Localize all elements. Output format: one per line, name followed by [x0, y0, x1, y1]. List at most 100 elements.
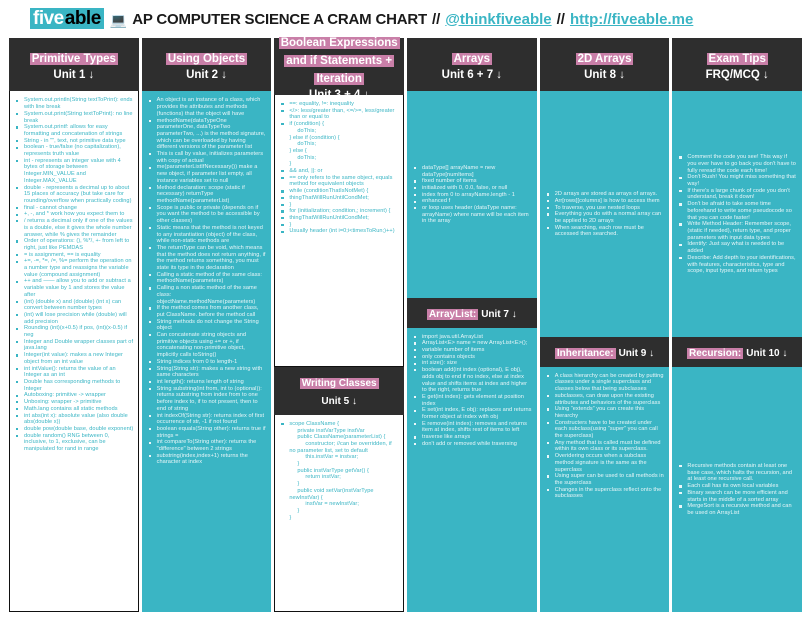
list-item: E get(int index): gets element at positi…	[412, 394, 532, 407]
list-item: Changes in the superclass reflect onto t…	[545, 487, 665, 500]
list-item: +=, -=, *=, /=, %= perform the operation…	[14, 258, 134, 278]
inheritance-subtitle: Unit 9 ↓	[618, 347, 655, 359]
list-item: String methods do not change the String …	[147, 319, 267, 332]
using-objects-title-block: Using Objects Unit 2 ↓	[141, 38, 272, 92]
boolean-iteration-title: Boolean Expressions and if Statements + …	[278, 36, 400, 85]
list-item: String indices from 0 to length-1	[147, 359, 267, 366]
arraylist-title: ArrayList:	[426, 308, 479, 320]
two-d-arrays-list: 2D arrays are stored as arrays of arrays…	[545, 191, 665, 238]
list-item: This is call by value, initializes param…	[147, 151, 267, 164]
list-item: double - represents a decimal up to abou…	[14, 185, 134, 205]
inheritance-list: A class hierarchy can be created by putt…	[545, 373, 665, 500]
column-exam-tips: Exam Tips FRQ/MCQ ↓ Comment the code you s…	[672, 38, 803, 612]
list-item: Order of operations: (), %*/, +- from le…	[14, 238, 134, 251]
fiveable-logo: fiveable	[30, 8, 104, 30]
list-item: boolean add(int index (optional), E obj)…	[412, 367, 532, 394]
list-item: If there's a large chunk of code you don…	[677, 188, 797, 201]
primitive-types-stack: System.out.println(String textToPrint): …	[9, 91, 139, 612]
list-item: When searching, each row must be accesse…	[545, 225, 665, 238]
list-item: Autoboxing: primitive -> wrapper	[14, 392, 134, 399]
exam-tips-stack: Comment the code you see! This way if yo…	[672, 91, 803, 612]
list-item: boolean - true/false (no capitalization)…	[14, 144, 134, 157]
list-item: Each call has its own local variables	[677, 483, 797, 490]
list-item: only contains objects	[412, 354, 532, 361]
using-objects-stack: An object is an instance of a class, whi…	[141, 91, 272, 612]
exam-tips-title: Exam Tips	[706, 52, 768, 65]
list-item: int intValue(): returns the value of an …	[14, 366, 134, 379]
list-item: String - in "", text, not primitive data…	[14, 138, 134, 145]
arraylist-list: import java.util.ArrayList ArrayList<E> n…	[412, 334, 532, 448]
list-item: int size(): size	[412, 360, 532, 367]
list-item: System.out.printf: allows for easy forma…	[14, 124, 134, 137]
boolean-iteration-list: ==: equality, !=: inequality </>: less/gr…	[279, 101, 399, 235]
list-item: Any method that is called must be define…	[545, 440, 665, 453]
list-item: Can concatenate string objects and primi…	[147, 332, 267, 359]
two-d-arrays-stack: 2D arrays are stored as arrays of arrays…	[539, 91, 670, 612]
list-item: Math.lang contains all static methods	[14, 406, 134, 413]
list-item: }	[279, 222, 399, 229]
list-item: (int) (double x) and (double) (int x) ca…	[14, 299, 134, 312]
column-primitive-types: Primitive Types Unit 1 ↓ System.out.printl…	[9, 38, 139, 612]
list-item: </>: less/greater than, <=/>=, less/grea…	[279, 108, 399, 121]
primitive-types-title-block: Primitive Types Unit 1 ↓	[9, 38, 139, 92]
list-item: Don't be afraid to take some time before…	[677, 201, 797, 221]
list-item: System.out.print(String textToPrint): no…	[14, 111, 134, 124]
header-separator-1: //	[431, 10, 441, 28]
header-separator-2: //	[556, 10, 565, 28]
writing-classes-subtitle: Unit 5 ↓	[321, 395, 357, 407]
list-item: Overidering occurs when a subclass metho…	[545, 453, 665, 473]
using-objects-subtitle: Unit 2 ↓	[186, 68, 227, 81]
list-item: boolean equals(String other): returns tr…	[147, 426, 267, 439]
cram-chart-grid: Primitive Types Unit 1 ↓ System.out.printl…	[0, 36, 811, 618]
website-url-link[interactable]: http://fiveable.me	[570, 11, 693, 28]
list-item: Scope is public or private (depends on i…	[147, 205, 267, 225]
list-item: Everything you do with a normal array ca…	[545, 211, 665, 224]
logo-able-text: able	[64, 8, 104, 29]
writing-classes-panel: scope ClassName { private instVarType in…	[274, 414, 405, 612]
list-item: ArrayList<E> name = new ArrayList<E>();	[412, 340, 532, 347]
list-item: double pow(double base, double exponent)	[14, 426, 134, 433]
list-item: final - cannot change	[14, 205, 134, 212]
list-item: Using “extends” you can create this hier…	[545, 406, 665, 419]
primitive-types-panel: System.out.println(String textToPrint): …	[9, 91, 139, 612]
list-item: Write Method Header: Remember scope, (st…	[677, 221, 797, 241]
list-item: An object is an instance of a class, whi…	[147, 97, 267, 117]
list-item: The returnType can be void, which means …	[147, 245, 267, 272]
list-item: subclasses, can draw upon the existing a…	[545, 393, 665, 406]
list-item: int length(): returns length of string	[147, 379, 267, 386]
list-item: Integer and Double wrapper classes part …	[14, 339, 134, 352]
list-item: index from 0 to arrayName.length - 1	[412, 192, 532, 199]
list-item: ==: equality, !=: inequality	[279, 101, 399, 108]
list-item: for (initialization; condition,; increme…	[279, 208, 399, 215]
list-item: while (conditionThatIsNotMet) {	[279, 188, 399, 195]
writing-classes-title: Writing Classes	[299, 377, 379, 389]
list-item: Calling a non static method of the same …	[147, 285, 267, 305]
laptop-icon: 💻	[109, 11, 128, 28]
recursion-title-block: Recursion: Unit 10 ↓	[672, 336, 803, 367]
list-item: && and, ||: or	[279, 168, 399, 175]
list-item: E set(int index, E obj): replaces and re…	[412, 407, 532, 420]
list-item: If the method comes from another class, …	[147, 305, 267, 318]
list-item: To traverse, you use nested loops	[545, 205, 665, 212]
list-item: Unboxing: wrapper -> primitive	[14, 399, 134, 406]
twitter-handle-link[interactable]: @thinkfiveable	[445, 11, 551, 28]
column-boolean-iteration: Boolean Expressions and if Statements + …	[274, 36, 405, 612]
list-item: Recursive methods contain at least one b…	[677, 463, 797, 483]
list-item: double random() RNG between 0, inclusive…	[14, 433, 134, 453]
column-arrays: Arrays Unit 6 + 7 ↓ dataType[] arrayName =…	[407, 38, 537, 612]
list-item: thingThatWillRunUntilCondMet;	[279, 215, 399, 222]
using-objects-title: Using Objects	[165, 52, 248, 65]
list-item: int indexOf(String str): returns index o…	[147, 413, 267, 426]
list-item: / returns a decimal only if one of the v…	[14, 218, 134, 238]
recursion-panel: Recursive methods contain at least one b…	[672, 366, 803, 612]
list-item: Identify: Just say what is needed to be …	[677, 241, 797, 254]
using-objects-panel: An object is an instance of a class, whi…	[141, 91, 272, 612]
list-item: methodName(dataTypeOne parameterOne, dat…	[147, 118, 267, 152]
recursion-list: Recursive methods contain at least one b…	[677, 463, 797, 517]
list-item: = is assignment, == is equality	[14, 252, 134, 259]
list-item: if (condition) { doThis; } else if (cond…	[279, 121, 399, 168]
arraylist-panel: import java.util.ArrayList ArrayList<E> n…	[407, 327, 537, 612]
list-item: Usually header (int i=0;i<timesToRun;)++…	[279, 228, 399, 235]
list-item: int abs(int x): absolute value (also dou…	[14, 413, 134, 426]
list-item: or loop uses header (dataType name: arra…	[412, 205, 532, 225]
